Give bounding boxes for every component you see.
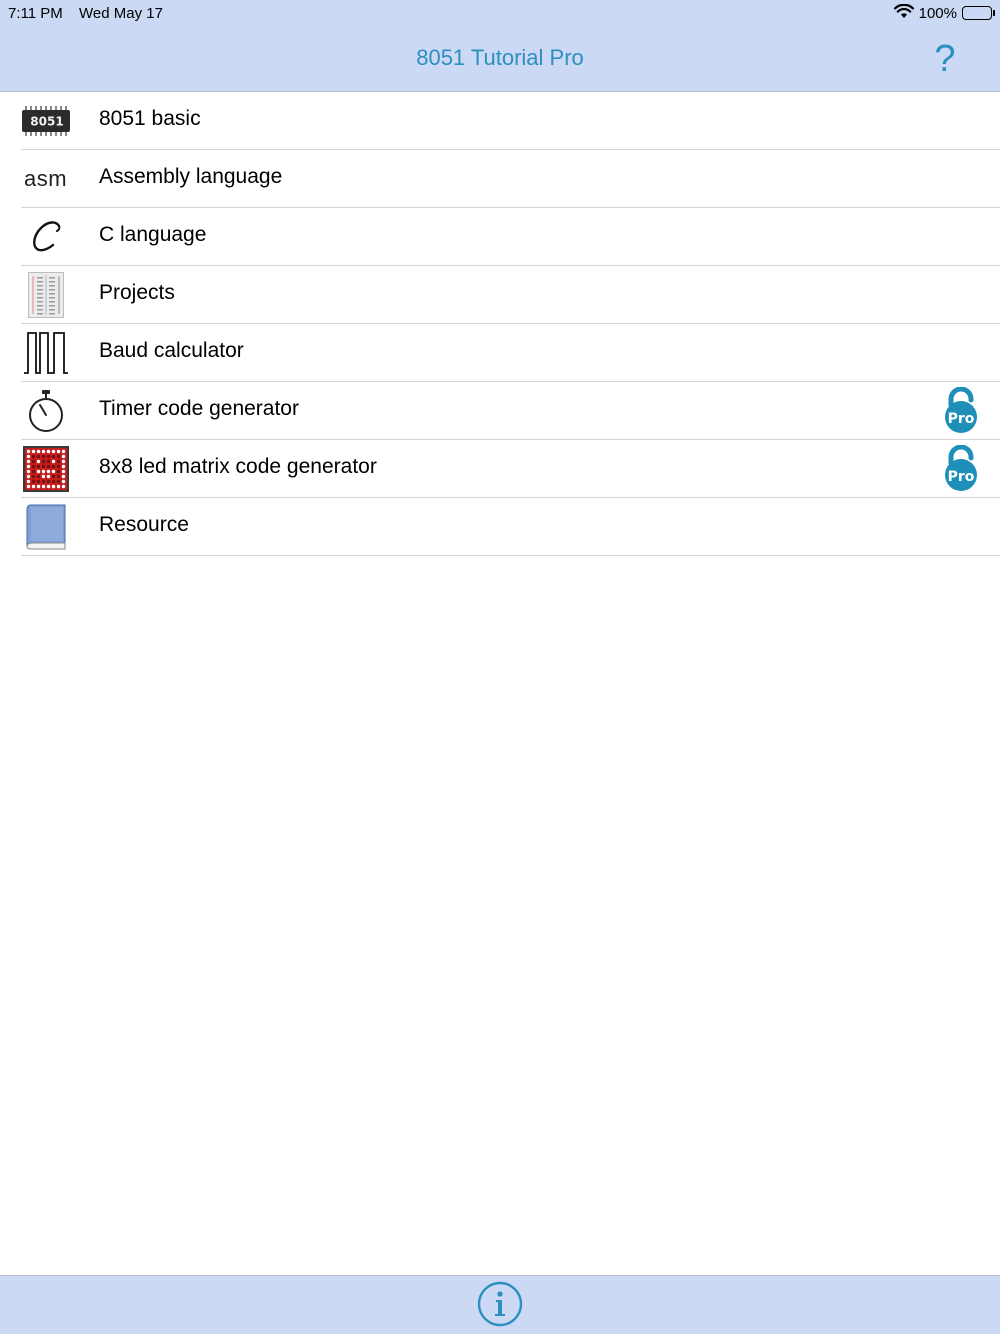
menu-item-label: Resource [99,513,189,536]
menu-item-label: Assembly language [99,165,283,188]
navigation-bar: 7:11 PM Wed May 17 100% 8051 Tutorial Pr… [0,0,1000,92]
asm-icon: asm [21,155,70,202]
menu-item-8051-basic[interactable]: 8051 8051 basic [21,92,1000,150]
status-indicators: 100% [893,3,995,23]
menu-item-label: Baud calculator [99,339,244,362]
pro-lock-icon: Pro [943,444,979,492]
asm-icon-text: asm [23,165,68,191]
menu-item-label: 8x8 led matrix code generator [99,455,377,478]
status-date: Wed May 17 [79,5,163,22]
menu-item-projects[interactable]: Projects [21,266,1000,324]
help-button[interactable]: ? [928,38,962,80]
info-icon[interactable] [477,1281,523,1327]
wifi-icon [893,3,914,23]
c-letter-icon [21,213,70,260]
status-time: 7:11 PM [8,5,63,22]
page-title: 8051 Tutorial Pro [416,45,584,70]
menu-item-label: Projects [99,281,175,304]
menu-item-led-matrix-code-generator[interactable]: 8x8 led matrix code generator Pro [21,440,1000,498]
menu-item-c-language[interactable]: C language [21,208,1000,266]
menu-item-label: 8051 basic [99,107,201,130]
stopwatch-icon [21,387,70,434]
breadboard-icon [21,271,70,318]
battery-icon [962,6,995,20]
menu-list: 8051 8051 basic asm Assembly language C … [0,92,1000,556]
pro-lock-icon: Pro [943,386,979,434]
menu-item-resource[interactable]: Resource [21,498,1000,556]
menu-item-timer-code-generator[interactable]: Timer code generator Pro [21,382,1000,440]
book-icon [21,503,70,550]
pro-badge-text: Pro [948,469,975,485]
chip-label: 8051 [30,114,63,128]
menu-item-baud-calculator[interactable]: Baud calculator [21,324,1000,382]
battery-percent: 100% [918,4,957,22]
chip-8051-icon: 8051 [21,97,70,144]
menu-item-label: C language [99,223,207,246]
menu-item-label: Timer code generator [99,397,299,420]
square-wave-icon [21,329,70,376]
pro-badge-text: Pro [948,411,975,427]
bottom-toolbar [0,1275,1000,1334]
menu-item-assembly-language[interactable]: asm Assembly language [21,150,1000,208]
led-matrix-icon [21,445,70,492]
